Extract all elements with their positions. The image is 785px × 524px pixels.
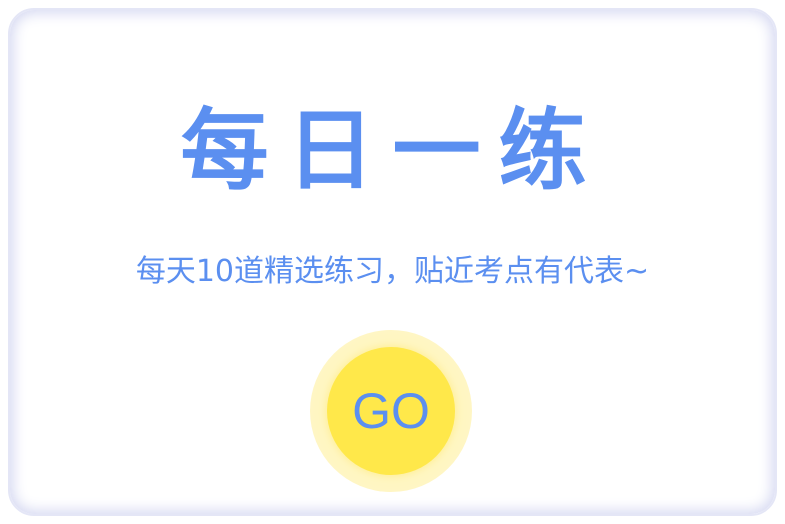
go-button[interactable]: GO xyxy=(327,347,455,475)
page-title: 每日一练 xyxy=(180,99,605,202)
subtitle-description: 每天10道精选练习，贴近考点有代表~ xyxy=(135,254,650,289)
